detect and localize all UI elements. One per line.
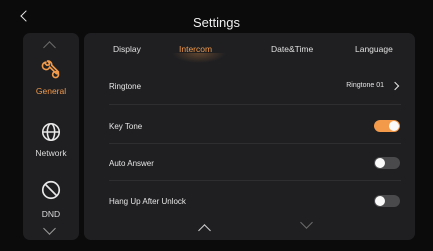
sidebar-item-label: DND [41,209,61,219]
chevron-up-icon[interactable] [43,41,56,54]
page-title: Settings [193,15,240,30]
ringtone-row[interactable]: Ringtone Ringtone 01 [109,68,401,106]
sidebar: General Network DND [23,33,79,240]
divider [109,104,401,105]
hang-up-after-unlock-label: Hang Up After Unlock [109,197,186,206]
scroll-up-icon[interactable] [198,224,211,237]
ringtone-value: Ringtone 01 [346,82,384,89]
sidebar-item-network[interactable]: Network [23,121,79,177]
hang-up-after-unlock-row: Hang Up After Unlock [109,183,401,221]
settings-panel: Display Intercom Date&Time Language Ring… [84,33,415,240]
sidebar-item-general[interactable]: General [23,59,79,115]
toggle-knob [375,158,385,168]
key-tone-label: Key Tone [109,122,143,131]
toggle-knob [389,121,399,131]
top-bar: Settings [0,0,433,32]
sidebar-item-label: General [35,86,67,96]
auto-answer-toggle[interactable] [374,157,400,169]
active-tab-indicator [172,53,226,63]
hang-up-after-unlock-toggle[interactable] [374,195,400,207]
divider [109,143,401,144]
ringtone-label: Ringtone [109,82,142,91]
chevron-right-icon[interactable] [390,81,400,91]
divider [109,180,401,181]
toggle-knob [375,196,385,206]
tab-display[interactable]: Display [113,44,141,54]
auto-answer-row: Auto Answer [109,145,401,183]
key-tone-row: Key Tone [109,108,401,146]
sidebar-item-label: Network [35,148,67,158]
tab-language[interactable]: Language [355,44,393,54]
tab-date-time[interactable]: Date&Time [271,44,313,54]
key-tone-toggle[interactable] [374,120,400,132]
wrench-gear-icon [41,60,60,79]
do-not-disturb-icon [41,180,61,200]
globe-icon [41,122,61,142]
auto-answer-label: Auto Answer [109,159,154,168]
